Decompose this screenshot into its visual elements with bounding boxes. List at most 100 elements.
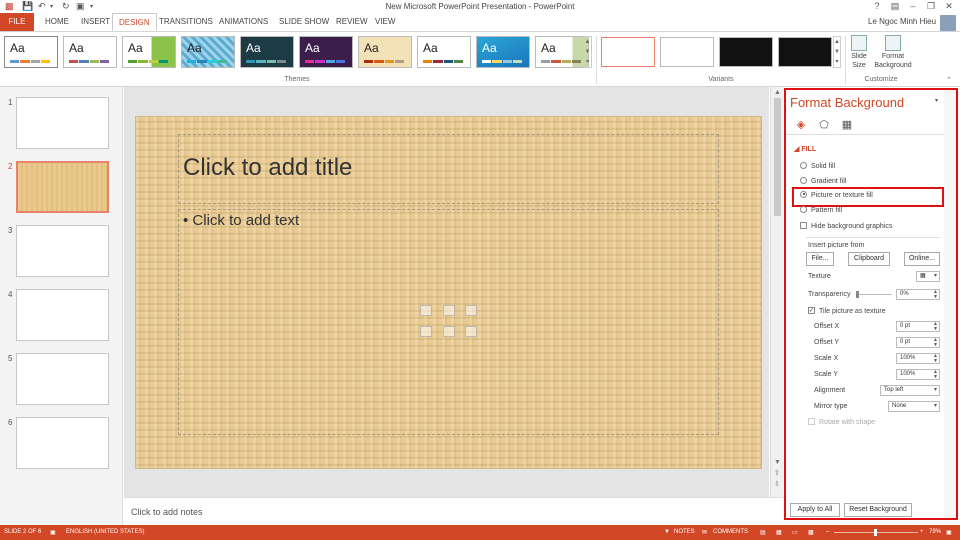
restore-icon[interactable]: ❐ — [922, 0, 940, 13]
title-placeholder-text[interactable]: Click to add title — [183, 154, 352, 182]
content-placeholder-text[interactable]: • Click to add text — [183, 212, 299, 229]
tab-transitions[interactable]: TRANSITIONS — [153, 13, 219, 31]
slide-size-button[interactable]: Slide Size — [846, 34, 872, 70]
format-background-button[interactable]: Format Background — [872, 34, 914, 70]
reset-background-button[interactable]: Reset Background — [844, 503, 912, 517]
tab-view[interactable]: VIEW — [369, 13, 401, 31]
tab-slide-show[interactable]: SLIDE SHOW — [273, 13, 335, 31]
pane-scrollbar[interactable] — [944, 90, 956, 518]
offset-y-input[interactable]: 0 pt ▲ ▼ — [896, 337, 940, 348]
mirror-type-dropdown[interactable]: None ▾ — [888, 401, 940, 412]
spinner-arrows-icon[interactable]: ▲ ▼ — [933, 322, 938, 332]
spinner-arrows-icon[interactable]: ▲ ▼ — [933, 354, 938, 364]
clipboard-button[interactable]: Clipboard — [848, 252, 890, 266]
insert-online-picture-icon[interactable] — [443, 326, 455, 337]
zoom-level[interactable]: 79% — [929, 529, 941, 535]
fill-tab-icon[interactable]: ◈ — [794, 118, 808, 132]
language-indicator[interactable]: ENGLISH (UNITED STATES) — [66, 529, 144, 535]
scroll-up-icon[interactable]: ▲ — [774, 89, 781, 96]
notes-pane[interactable]: Click to add notes — [124, 497, 784, 525]
reading-view-icon[interactable]: ▭ — [792, 529, 798, 536]
texture-picker[interactable]: ▦ ▾ — [916, 271, 940, 282]
solid-fill-option[interactable]: Solid fill — [800, 161, 835, 172]
variant-2[interactable] — [660, 37, 714, 67]
slide-thumbnail-4[interactable] — [16, 289, 109, 341]
picture-tab-icon[interactable]: ▦ — [840, 118, 854, 132]
tab-insert[interactable]: INSERT — [75, 13, 116, 31]
theme-2[interactable]: Aa — [63, 36, 117, 68]
alignment-dropdown[interactable]: Top left ▾ — [880, 385, 940, 396]
notes-placeholder[interactable]: Click to add notes — [131, 507, 203, 517]
fill-section-header[interactable]: ◢ FILL — [794, 145, 816, 153]
tab-animations[interactable]: ANIMATIONS — [213, 13, 274, 31]
tab-design[interactable]: DESIGN — [112, 13, 157, 31]
pattern-fill-option[interactable]: Pattern fill — [800, 205, 842, 216]
collapse-ribbon-icon[interactable]: ⌃ — [946, 76, 952, 84]
scroll-thumb[interactable] — [774, 98, 781, 216]
theme-5[interactable]: Aa — [240, 36, 294, 68]
offset-x-input[interactable]: 0 pt ▲ ▼ — [896, 321, 940, 332]
insert-table-icon[interactable] — [420, 305, 432, 316]
minimize-icon[interactable]: – — [904, 0, 922, 13]
notes-button[interactable]: NOTES — [674, 529, 695, 535]
radio-button[interactable] — [800, 176, 807, 184]
slide-thumbnail-1[interactable] — [16, 97, 109, 149]
theme-7[interactable]: Aa — [358, 36, 412, 68]
comments-button[interactable]: COMMENTS — [713, 529, 748, 535]
variant-3[interactable] — [719, 37, 773, 67]
theme-10[interactable]: Aa — [535, 36, 589, 68]
tab-file[interactable]: FILE — [0, 13, 34, 31]
radio-button[interactable] — [800, 161, 807, 169]
zoom-slider-handle[interactable] — [874, 529, 877, 536]
variant-4[interactable] — [778, 37, 832, 67]
checkbox-checked[interactable]: ✓ — [808, 306, 815, 314]
slide-thumbnail-2[interactable] — [16, 161, 109, 213]
insert-chart-icon[interactable] — [443, 305, 455, 316]
transparency-slider[interactable] — [856, 294, 892, 295]
pane-options-icon[interactable]: ▾ — [935, 97, 938, 104]
insert-picture-icon[interactable] — [420, 326, 432, 337]
slide-thumbnail-5[interactable] — [16, 353, 109, 405]
spell-check-icon[interactable]: ▣ — [50, 529, 56, 536]
slide-thumbnail-3[interactable] — [16, 225, 109, 277]
themes-scroll[interactable]: ▲ ▼ ▾ — [583, 36, 592, 68]
hide-background-graphics-option[interactable]: Hide background graphics — [800, 221, 892, 232]
fit-to-window-icon[interactable]: ▣ — [946, 529, 952, 536]
variants-scroll[interactable]: ▲ ▼ ▾ — [833, 36, 841, 68]
theme-office[interactable]: Aa — [4, 36, 58, 68]
tab-home[interactable]: HOME — [39, 13, 75, 31]
normal-view-icon[interactable]: ▤ — [760, 529, 766, 536]
theme-3[interactable]: Aa — [122, 36, 176, 68]
slide-thumbnail-6[interactable] — [16, 417, 109, 469]
close-window-icon[interactable]: ✕ — [940, 0, 958, 13]
file-button[interactable]: File... — [806, 252, 834, 266]
avatar[interactable] — [940, 15, 956, 31]
theme-8[interactable]: Aa — [417, 36, 471, 68]
slide-sorter-icon[interactable]: ▦ — [776, 529, 782, 536]
previous-slide-icon[interactable]: ⇧ — [774, 469, 780, 477]
scroll-down-icon[interactable]: ▼ — [774, 459, 781, 466]
theme-6[interactable]: Aa — [299, 36, 353, 68]
apply-to-all-button[interactable]: Apply to All — [790, 503, 840, 517]
slideshow-view-icon[interactable]: ▩ — [808, 529, 814, 536]
comments-icon[interactable]: ✉ — [702, 529, 707, 536]
transparency-input[interactable]: 0% ▲ ▼ — [896, 289, 940, 300]
theme-9[interactable]: Aa — [476, 36, 530, 68]
content-placeholder[interactable] — [178, 209, 719, 435]
scale-x-input[interactable]: 100% ▲ ▼ — [896, 353, 940, 364]
user-name[interactable]: Le Ngoc Minh Hieu — [868, 17, 936, 26]
spinner-arrows-icon[interactable]: ▲ ▼ — [933, 370, 938, 380]
tab-review[interactable]: REVIEW — [330, 13, 374, 31]
online-button[interactable]: Online... — [904, 252, 940, 266]
spinner-arrows-icon[interactable]: ▲ ▼ — [933, 290, 938, 300]
spinner-arrows-icon[interactable]: ▲ ▼ — [933, 338, 938, 348]
zoom-in-icon[interactable]: + — [920, 529, 924, 535]
transparency-slider-handle[interactable] — [856, 291, 859, 298]
ribbon-display-icon[interactable]: ▤ — [886, 0, 904, 13]
next-slide-icon[interactable]: ⇩ — [774, 480, 780, 488]
scale-y-input[interactable]: 100% ▲ ▼ — [896, 369, 940, 380]
notes-icon[interactable]: ▼ — [664, 529, 670, 535]
zoom-out-icon[interactable]: – — [826, 529, 829, 535]
theme-4[interactable]: Aa — [181, 36, 235, 68]
slide-vertical-scrollbar[interactable]: ▲ ▼ ⇧ ⇩ — [770, 87, 783, 497]
